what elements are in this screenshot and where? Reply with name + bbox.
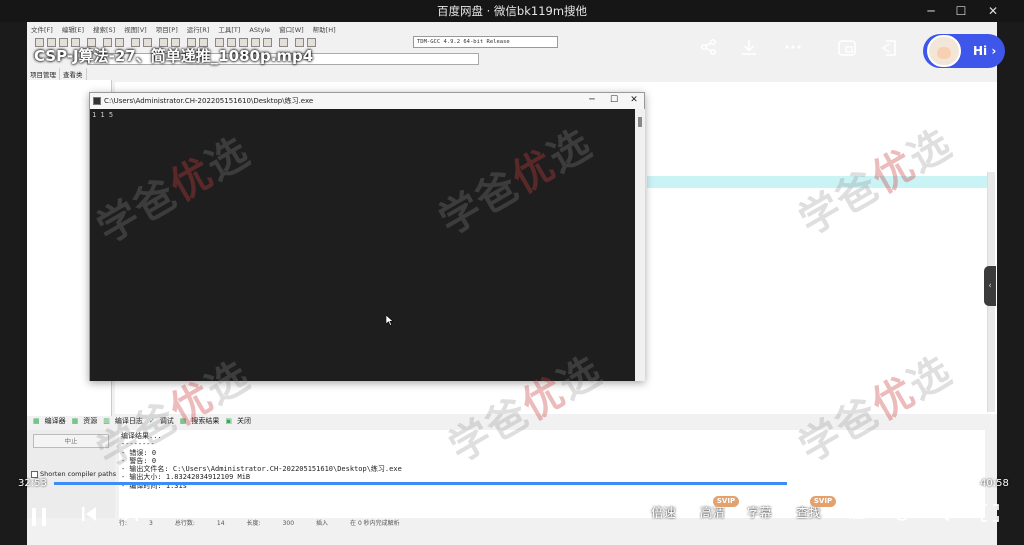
console-scrollbar[interactable]: [635, 109, 645, 381]
log-line: - 警告: 0: [121, 456, 157, 465]
screenshot-icon[interactable]: [891, 504, 913, 526]
minimize-icon[interactable]: ─: [918, 0, 944, 22]
menu-tools[interactable]: 工具[T]: [218, 26, 240, 34]
subtitles-button[interactable]: 字幕: [747, 503, 772, 523]
console-minimize-icon[interactable]: ─: [582, 93, 602, 109]
side-panel-toggle[interactable]: ‹: [984, 266, 996, 306]
assistant-hi-label: Hi ›: [973, 44, 997, 58]
status-insert: 插入: [316, 520, 329, 527]
svip-badge: SVIP: [810, 496, 836, 507]
app-titlebar: 百度网盘 · 微信bk119m搜他 ─ ☐ ✕: [0, 0, 1024, 22]
console-title: C:\Users\Administrator.CH-202205151610\D…: [104, 97, 314, 105]
total-time: 40:58: [980, 478, 1009, 489]
menu-run[interactable]: 运行[R]: [187, 26, 210, 34]
menu-edit[interactable]: 编辑[E]: [62, 26, 84, 34]
pop-out-icon[interactable]: [878, 38, 900, 60]
tab-close[interactable]: 关闭: [237, 416, 251, 426]
current-time: 32:53: [18, 478, 47, 489]
pause-icon[interactable]: [30, 508, 50, 530]
share-icon[interactable]: [698, 38, 720, 60]
maximize-icon[interactable]: ☐: [948, 0, 974, 22]
menu-window[interactable]: 窗口[W]: [279, 26, 304, 34]
tab-project[interactable]: 项目管理: [27, 68, 60, 80]
video-player[interactable]: 文件[F] 编辑[E] 搜索[S] 视图[V] 项目[P] 运行[R] 工具[T] AStyl…: [0, 22, 1024, 545]
menu-help[interactable]: 帮助[H]: [313, 26, 336, 34]
menu-astyle[interactable]: AStyle: [249, 26, 270, 34]
status-length-value: 300: [282, 520, 295, 527]
console-close-icon[interactable]: ✕: [624, 93, 644, 109]
tab-classes[interactable]: 查看类: [60, 68, 87, 80]
log-line: - 输出大小: 1.83242034912109 MiB: [121, 473, 251, 482]
status-parse: 在 0 秒内完成解析: [350, 520, 400, 527]
volume-icon[interactable]: [936, 504, 958, 526]
status-total-value: 14: [216, 520, 225, 527]
shorten-paths-checkbox[interactable]: Shorten compiler paths: [31, 470, 116, 478]
next-icon[interactable]: [120, 506, 142, 528]
menu-project[interactable]: 项目[P]: [156, 26, 178, 34]
menu-search[interactable]: 搜索[S]: [93, 26, 115, 34]
close-tab-icon: ▣: [225, 417, 232, 425]
tab-compiler[interactable]: 编译器: [45, 416, 66, 426]
compiler-select[interactable]: TDM-GCC 4.9.2 64-bit Release: [413, 36, 558, 48]
menu-file[interactable]: 文件[F]: [31, 26, 53, 34]
assistant-avatar: [927, 35, 961, 67]
status-length-label: 长度:: [246, 520, 261, 527]
assistant-hi-button[interactable]: Hi ›: [923, 34, 1005, 68]
checkbox-icon[interactable]: [31, 470, 38, 478]
ide-menubar: 文件[F] 编辑[E] 搜索[S] 视图[V] 项目[P] 运行[R] 工具[T] AStyl…: [27, 24, 587, 35]
video-title: CSP-J算法-27、简单递推_1080p.mp4: [34, 47, 314, 65]
progress-bar[interactable]: [54, 482, 970, 485]
picture-in-picture-icon[interactable]: [836, 38, 858, 60]
close-icon[interactable]: ✕: [980, 0, 1006, 22]
status-total-label: 总行数:: [174, 520, 195, 527]
menu-view[interactable]: 视图[V]: [124, 26, 147, 34]
progress-fill: [54, 482, 787, 485]
compiler-icon: ▦: [33, 417, 40, 425]
console-output-text: 1 1 5: [92, 111, 114, 119]
svip-badge: SVIP: [713, 496, 739, 507]
resources-icon: ▦: [71, 417, 79, 425]
log-line: - 输出文件名: C:\Users\Administrator.CH-20220…: [121, 465, 402, 474]
shorten-paths-label: Shorten compiler paths: [40, 470, 117, 478]
more-icon[interactable]: [782, 38, 804, 60]
status-line-value: 3: [149, 520, 153, 527]
download-icon[interactable]: [738, 38, 760, 60]
speed-button[interactable]: 倍速: [651, 503, 676, 523]
fullscreen-icon[interactable]: [979, 504, 1001, 526]
playlist-icon[interactable]: [846, 504, 868, 526]
console-maximize-icon[interactable]: ☐: [604, 93, 624, 109]
console-scroll-thumb[interactable]: [638, 117, 642, 127]
left-tabs: 项目管理 查看类: [27, 68, 117, 80]
app-title: 百度网盘 · 微信bk119m搜他: [436, 4, 588, 18]
previous-icon[interactable]: [78, 506, 100, 528]
